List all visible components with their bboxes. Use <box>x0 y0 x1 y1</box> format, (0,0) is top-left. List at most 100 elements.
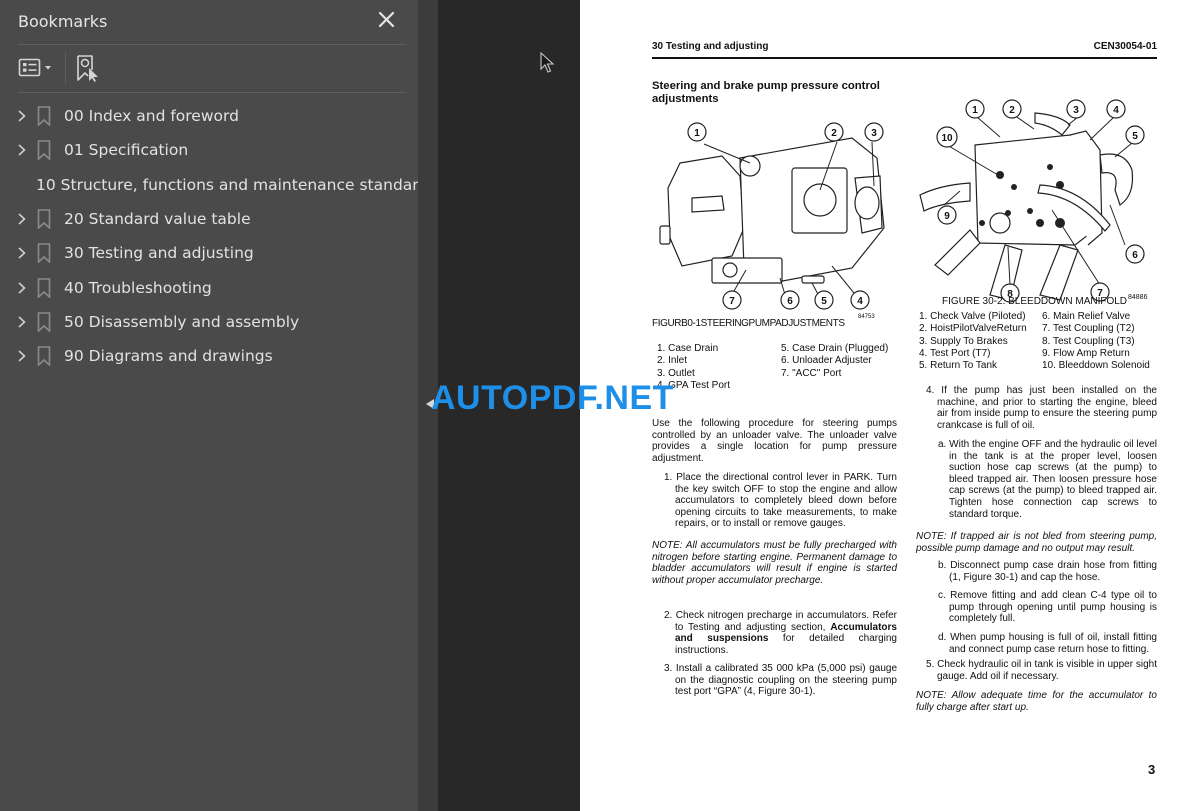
find-current-bookmark-icon <box>77 55 98 82</box>
bookmark-item[interactable]: 50 Disassembly and assembly <box>0 305 418 339</box>
bookmark-item[interactable]: 01 Specification <box>0 133 418 167</box>
chevron-right-icon[interactable] <box>15 212 29 226</box>
callout-label: 6 <box>787 296 793 307</box>
step-4c: c. Remove fitting and add clean C-4 type… <box>938 590 1157 625</box>
chevron-right-icon[interactable] <box>15 315 29 329</box>
running-header-section: 30 Testing and adjusting <box>652 41 769 52</box>
note-trapped-air: NOTE: If trapped air is not bled from st… <box>916 531 1157 554</box>
bookmark-icon <box>37 106 51 127</box>
bookmark-item[interactable]: 40 Troubleshooting <box>0 270 418 304</box>
chevron-right-icon[interactable] <box>15 109 29 123</box>
step-4: 4. If the pump has just been installed o… <box>926 385 1157 431</box>
callout-label: 9 <box>944 211 950 222</box>
step-2: 2. Check nitrogen precharge in accumulat… <box>664 610 897 656</box>
figure-steering-pump: 1 2 3 4 5 6 7 <box>659 122 885 310</box>
bookmark-label: 10 Structure, functions and maintenance … <box>36 175 429 194</box>
figure1-caption-text: FIGURB0-1STEERINGPUMPADJUSTMENTS <box>652 318 845 329</box>
callout-label: 3 <box>871 128 877 139</box>
step-4a: a. With the engine OFF and the hydraulic… <box>938 439 1157 520</box>
figure-bleeddown-manifold: 1 2 3 4 5 6 7 8 9 10 <box>919 99 1145 303</box>
step-1: 1. Place the directional control lever i… <box>664 472 897 530</box>
legend-item: 5. Case Drain (Plugged) <box>781 343 889 354</box>
figure2-caption-text: FIGURE 30-2: BLEEDDOWN MANIFOLD <box>942 296 1128 307</box>
figure2-caption: FIGURE 30-2: BLEEDDOWN MANIFOLD 84886 <box>942 294 1147 307</box>
figure1-code: 84753 <box>858 314 875 320</box>
toolbar-separator <box>65 52 66 84</box>
step-4b: b. Disconnect pump case drain hose from … <box>938 560 1157 583</box>
bookmarks-panel: Bookmarks 00 Index and foreword 01 Speci… <box>0 0 428 811</box>
bookmark-label: 40 Troubleshooting <box>64 278 212 297</box>
find-current-bookmark-button[interactable] <box>74 54 102 82</box>
bookmark-item[interactable]: 10 Structure, functions and maintenance … <box>0 168 428 202</box>
figure2-code: 84886 <box>1128 294 1148 301</box>
figure2-legend-left: 1. Check Valve (Piloted) 2. HoistPilotVa… <box>919 311 1027 372</box>
legend-item: 7. Test Coupling (T2) <box>1042 323 1135 335</box>
step-4d: d. When pump housing is full of oil, ins… <box>938 632 1157 655</box>
figure1-legend-right: 5. Case Drain (Plugged) 6. Unloader Adju… <box>781 343 888 380</box>
legend-item: 2. HoistPilotValveReturn <box>919 323 1027 335</box>
bookmark-item[interactable]: 30 Testing and adjusting <box>0 236 418 270</box>
legend-item: 9. Flow Amp Return <box>1042 347 1130 359</box>
callout-label: 5 <box>821 296 827 307</box>
section-title: Steering and brake pump pressure control… <box>652 80 880 105</box>
callout-label: 6 <box>1132 250 1138 261</box>
bookmark-icon <box>37 243 51 264</box>
bookmark-label: 01 Specification <box>64 141 189 160</box>
step-3: 3. Install a calibrated 35 000 kPa (5,00… <box>664 663 897 698</box>
legend-item: 6. Unloader Adjuster <box>781 355 872 367</box>
callout-label: 2 <box>1009 105 1015 116</box>
close-icon[interactable] <box>376 9 398 31</box>
bookmarks-title: Bookmarks <box>18 12 108 31</box>
callout-label: 3 <box>1073 105 1079 116</box>
legend-item: 2. Inlet <box>657 355 688 367</box>
callout-label: 5 <box>1132 131 1138 142</box>
legend-item: 1. Check Valve (Piloted) <box>919 311 1026 322</box>
bookmark-icon <box>37 277 51 298</box>
callout-label: 4 <box>857 296 863 307</box>
chevron-down-icon <box>45 66 51 70</box>
options-menu-button[interactable] <box>18 56 58 82</box>
bookmark-label: 50 Disassembly and assembly <box>64 312 300 331</box>
bookmark-label: 90 Diagrams and drawings <box>64 347 273 366</box>
bookmark-label: 00 Index and foreword <box>64 107 239 126</box>
bookmark-icon <box>37 312 51 332</box>
bookmark-list: 00 Index and foreword 01 Specification 1… <box>0 99 428 373</box>
figure2-legend-right: 6. Main Relief Valve 7. Test Coupling (T… <box>1042 311 1150 372</box>
page-number: 3 <box>1148 762 1156 777</box>
callout-label: 7 <box>729 296 735 307</box>
callout-label: 10 <box>941 133 953 144</box>
bookmark-label: 20 Standard value table <box>64 210 251 229</box>
legend-item: 1. Case Drain <box>657 343 719 354</box>
figure1-caption: FIGURB0-1STEERINGPUMPADJUSTMENTS 84753 <box>652 314 875 329</box>
bookmark-icon <box>37 140 51 161</box>
callout-label: 1 <box>694 128 700 139</box>
bookmark-item[interactable]: 90 Diagrams and drawings <box>0 339 418 373</box>
chevron-right-icon[interactable] <box>15 246 29 260</box>
bookmark-item[interactable]: 00 Index and foreword <box>0 99 418 133</box>
bookmark-label: 30 Testing and adjusting <box>64 244 254 263</box>
legend-item: 8. Test Coupling (T3) <box>1042 335 1135 347</box>
legend-item: 3. Supply To Brakes <box>919 335 1008 347</box>
divider <box>18 44 405 45</box>
legend-item: 7. "ACC" Port <box>781 367 842 379</box>
bookmark-icon <box>37 346 51 367</box>
chevron-right-icon[interactable] <box>15 281 29 295</box>
callout-label: 1 <box>972 105 978 116</box>
step-5: 5. Check hydraulic oil in tank is visibl… <box>926 659 1157 682</box>
list-options-icon <box>18 58 41 77</box>
callout-label: 2 <box>831 128 837 139</box>
running-header-doc-id: CEN30054-01 <box>1093 41 1157 52</box>
intro-paragraph: Use the following procedure for steering… <box>652 418 897 464</box>
bookmark-item[interactable]: 20 Standard value table <box>0 202 418 236</box>
note-accumulator-charge: NOTE: Allow adequate time for the accumu… <box>916 690 1157 713</box>
bookmark-icon <box>37 209 51 230</box>
callout-label: 4 <box>1113 105 1119 116</box>
chevron-right-icon[interactable] <box>15 143 29 157</box>
legend-item: 6. Main Relief Valve <box>1042 311 1131 322</box>
legend-item: 4. Test Port (T7) <box>919 347 991 359</box>
legend-item: 5. Return To Tank <box>919 360 998 372</box>
divider <box>18 92 405 93</box>
legend-item: 10. Bleeddown Solenoid <box>1042 360 1150 372</box>
mouse-cursor-icon <box>540 52 555 73</box>
chevron-right-icon[interactable] <box>15 349 29 363</box>
